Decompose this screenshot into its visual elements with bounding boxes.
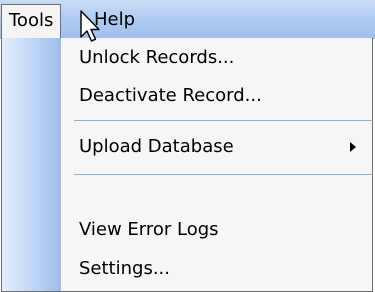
- menu-icon-gutter: [2, 38, 61, 291]
- menu-item-upload-database[interactable]: Upload Database: [61, 130, 373, 164]
- menu-item-label: Upload Database: [79, 136, 234, 157]
- tools-dropdown-menu: Unlock Records... Deactivate Record... U…: [1, 38, 373, 292]
- menu-bar: Tools Help: [0, 0, 375, 39]
- menu-item-view-error-logs[interactable]: View Error Logs: [61, 213, 373, 247]
- menu-item-label: View Error Logs: [79, 219, 219, 240]
- menu-tools[interactable]: Tools: [1, 4, 62, 38]
- menu-separator: [74, 174, 373, 175]
- menu-item-unlock-records[interactable]: Unlock Records...: [61, 41, 373, 75]
- menu-item-label: Unlock Records...: [79, 47, 235, 68]
- menu-item-label: Settings...: [79, 258, 170, 279]
- chevron-right-icon: [350, 142, 356, 152]
- menu-item-deactivate-record[interactable]: Deactivate Record...: [61, 79, 373, 113]
- menu-item-label: Deactivate Record...: [79, 85, 262, 106]
- menu-separator: [74, 120, 373, 121]
- menu-tools-label: Tools: [9, 10, 54, 31]
- mouse-cursor-icon: [80, 10, 100, 42]
- menu-item-settings[interactable]: Settings...: [61, 252, 373, 286]
